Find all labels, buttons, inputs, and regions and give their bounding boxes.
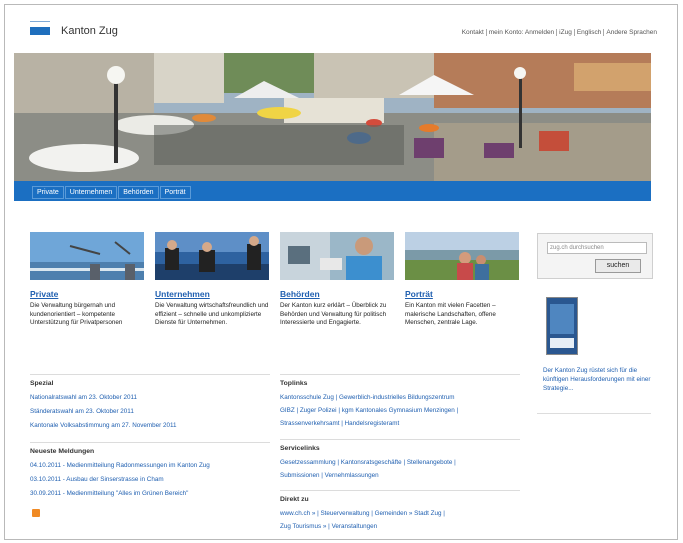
top-navigation: Kontakt mein Konto: Anmelden iZug Englis… [460, 29, 659, 36]
spezial-link[interactable]: Nationalratswahl am 23. Oktober 2011 [30, 394, 137, 401]
private-image[interactable] [30, 232, 144, 280]
topnav-konto[interactable]: mein Konto: Anmelden [487, 29, 558, 36]
topnav-izug[interactable]: iZug [557, 29, 575, 36]
site-title[interactable]: Kanton Zug [61, 25, 118, 37]
news-link[interactable]: 03.10.2011 - Ausbau der Sinserstrasse in… [30, 476, 164, 483]
portraet-image[interactable] [405, 232, 519, 280]
logo-mark[interactable] [30, 27, 50, 35]
sidebar-divider [537, 413, 651, 414]
divider [30, 442, 270, 443]
unternehmen-description: Die Verwaltung wirtschaftsfreundlich und… [155, 302, 269, 326]
strategy-teaser-link[interactable]: Der Kanton Zug rüstet sich für die künft… [543, 366, 653, 393]
search-button[interactable]: suchen [595, 259, 641, 273]
direkt-heading: Direkt zu [280, 496, 309, 503]
behoerden-image[interactable] [280, 232, 394, 280]
news-link[interactable]: 04.10.2011 - Medienmitteilung Radonmessu… [30, 462, 210, 469]
main-navigation: Private Unternehmen Behörden Porträt [14, 181, 651, 201]
search-input[interactable]: zug.ch durchsuchen [547, 242, 647, 254]
topnav-englisch[interactable]: Englisch [575, 29, 605, 36]
behoerden-description: Der Kanton kurz erklärt – Überblick zu B… [280, 302, 387, 326]
tab-behoerden[interactable]: Behörden [118, 186, 159, 199]
divider [280, 374, 520, 375]
search-panel: zug.ch durchsuchen suchen [537, 233, 653, 279]
logo-line [30, 21, 50, 22]
toplinks-line[interactable]: Kantonsschule Zug | Gewerblich-industrie… [280, 394, 455, 401]
news-heading: Neueste Meldungen [30, 448, 95, 455]
divider [30, 374, 270, 375]
private-link[interactable]: Private [30, 289, 58, 299]
toplinks-line[interactable]: GIBZ | Zuger Polizei | kgm Kantonales Gy… [280, 407, 458, 414]
toplinks-heading: Toplinks [280, 380, 308, 387]
servicelinks-line[interactable]: Submissionen | Vernehmlassungen [280, 472, 379, 479]
unternehmen-image[interactable] [155, 232, 269, 280]
toplinks-line[interactable]: Strassenverkehrsamt | Handelsregisteramt [280, 420, 399, 427]
portraet-description: Ein Kanton mit vielen Facetten – maleris… [405, 302, 496, 326]
portraet-link[interactable]: Porträt [405, 289, 433, 299]
spezial-link[interactable]: Ständeratswahl am 23. Oktober 2011 [30, 408, 134, 415]
tab-unternehmen[interactable]: Unternehmen [64, 186, 118, 199]
spezial-link[interactable]: Kantonale Volksabstimmung am 27. Novembe… [30, 422, 177, 429]
topnav-andere-sprachen[interactable]: Andere Sprachen [604, 29, 659, 36]
private-description: Die Verwaltung bürgernah und kundenorien… [30, 302, 123, 326]
divider [280, 490, 520, 491]
strategy-brochure-image[interactable] [546, 297, 578, 355]
rss-icon[interactable] [32, 509, 40, 517]
news-link[interactable]: 30.09.2011 - Medienmitteilung "Alles im … [30, 490, 188, 497]
direkt-line[interactable]: Zug Tourismus » | Veranstaltungen [280, 523, 377, 530]
topnav-kontakt[interactable]: Kontakt [460, 29, 487, 36]
servicelinks-line[interactable]: Gesetzessammlung | Kantonsratsgeschäfte … [280, 459, 456, 466]
divider [280, 439, 520, 440]
direkt-line[interactable]: www.ch.ch » | Steuerverwaltung | Gemeind… [280, 510, 445, 517]
behoerden-link[interactable]: Behörden [280, 289, 320, 299]
hero-image [14, 53, 651, 181]
tab-private[interactable]: Private [32, 186, 64, 199]
servicelinks-heading: Servicelinks [280, 445, 320, 452]
unternehmen-link[interactable]: Unternehmen [155, 289, 210, 299]
tab-portraet[interactable]: Porträt [159, 186, 191, 199]
spezial-heading: Spezial [30, 380, 54, 387]
